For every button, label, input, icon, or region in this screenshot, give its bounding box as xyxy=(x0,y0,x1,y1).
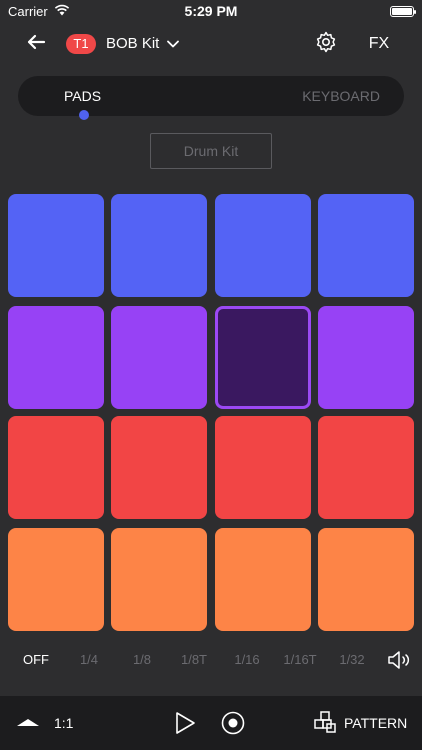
drum-pad[interactable] xyxy=(318,194,414,297)
wifi-icon xyxy=(54,4,70,19)
record-icon xyxy=(220,711,246,740)
drum-pad[interactable] xyxy=(215,194,311,297)
back-button[interactable] xyxy=(22,30,50,58)
status-bar: Carrier 5:29 PM xyxy=(0,0,422,22)
pad-grid xyxy=(8,194,414,632)
note-repeat-option[interactable]: OFF xyxy=(12,646,60,674)
pattern-label: PATTERN xyxy=(344,715,408,731)
speaker-icon xyxy=(386,651,414,676)
battery-icon xyxy=(390,5,416,17)
gear-icon xyxy=(315,31,337,58)
ratio-label[interactable]: 1:1 xyxy=(54,714,73,732)
note-repeat-option[interactable]: 1/8 xyxy=(118,646,166,674)
back-arrow-icon xyxy=(26,34,46,55)
settings-button[interactable] xyxy=(312,30,340,58)
drum-pad[interactable] xyxy=(111,306,207,409)
drum-pad[interactable] xyxy=(8,528,104,631)
drum-pad[interactable] xyxy=(215,306,311,409)
note-repeat-option[interactable]: 1/16T xyxy=(276,646,324,674)
note-repeat-option[interactable]: 1/4 xyxy=(65,646,113,674)
note-repeat-option[interactable]: 1/16 xyxy=(223,646,271,674)
record-button[interactable] xyxy=(220,710,246,736)
carrier-label: Carrier xyxy=(8,3,48,19)
tab-keyboard[interactable]: KEYBOARD xyxy=(302,76,380,116)
fx-button[interactable]: FX xyxy=(362,32,396,56)
kit-name: BOB Kit xyxy=(106,35,160,52)
speaker-button[interactable] xyxy=(386,648,414,672)
triangle-up-icon xyxy=(16,719,40,736)
note-repeat-option[interactable]: 1/32 xyxy=(328,646,376,674)
tab-indicator xyxy=(79,110,89,120)
drum-pad[interactable] xyxy=(215,528,311,631)
drum-pad[interactable] xyxy=(8,306,104,409)
drum-pad[interactable] xyxy=(111,416,207,519)
drum-pad[interactable] xyxy=(318,528,414,631)
note-repeat-option[interactable]: 1/8T xyxy=(170,646,218,674)
play-button[interactable] xyxy=(172,710,198,736)
chevron-down-icon xyxy=(167,34,180,54)
play-icon xyxy=(172,712,198,740)
pattern-grid-icon xyxy=(314,710,336,736)
mode-tabs: PADS KEYBOARD xyxy=(18,76,404,116)
drum-pad[interactable] xyxy=(8,416,104,519)
status-left: Carrier xyxy=(8,4,70,19)
track-badge[interactable]: T1 xyxy=(66,34,96,54)
drum-pad[interactable] xyxy=(215,416,311,519)
transport-bar: 1:1 PATTERN xyxy=(0,696,422,750)
kit-selector[interactable]: BOB Kit xyxy=(106,34,180,54)
header: T1 BOB Kit FX xyxy=(0,26,422,62)
drum-pad[interactable] xyxy=(318,416,414,519)
drum-pad[interactable] xyxy=(318,306,414,409)
drum-pad[interactable] xyxy=(8,194,104,297)
expand-button[interactable] xyxy=(16,714,40,732)
pattern-button[interactable]: PATTERN xyxy=(314,710,407,736)
drum-kit-button[interactable]: Drum Kit xyxy=(150,133,272,169)
drum-pad[interactable] xyxy=(111,194,207,297)
drum-pad[interactable] xyxy=(111,528,207,631)
note-repeat-bar: OFF 1/4 1/8 1/8T 1/16 1/16T 1/32 xyxy=(0,646,422,674)
